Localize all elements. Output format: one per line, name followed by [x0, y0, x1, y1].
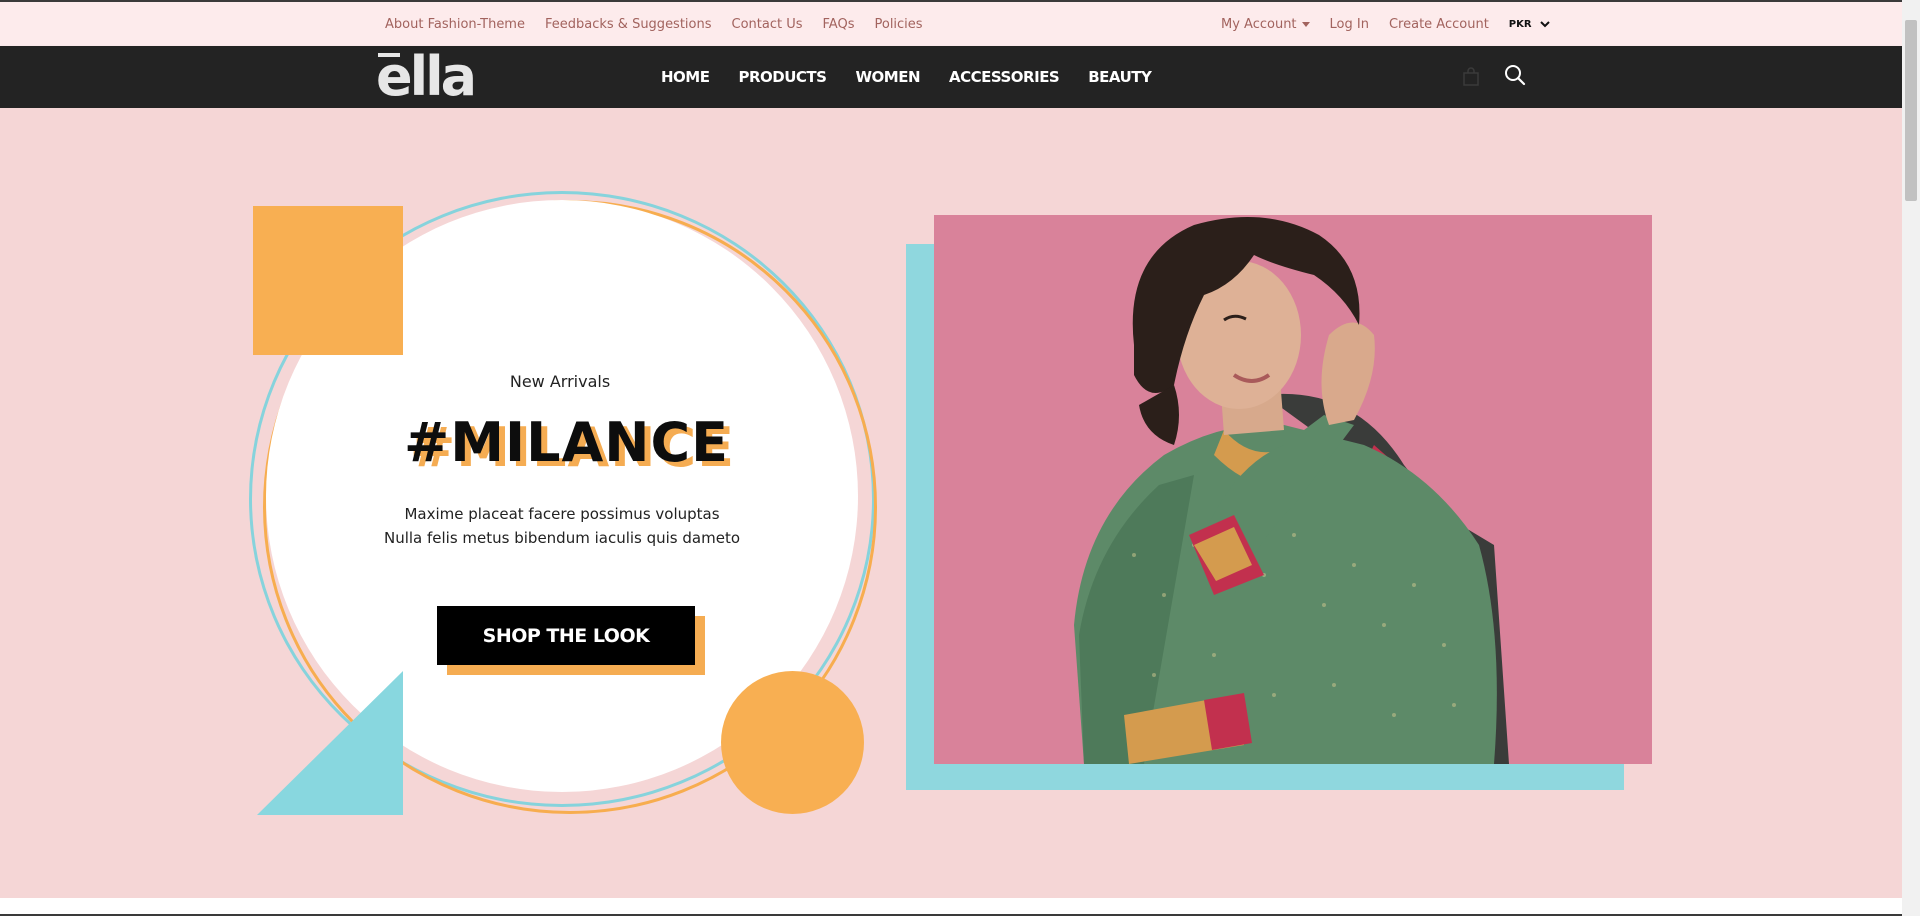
hero-eyebrow: New Arrivals: [509, 372, 611, 391]
nav-home[interactable]: HOME: [661, 68, 710, 86]
my-account-label: My Account: [1221, 16, 1297, 32]
link-contact[interactable]: Contact Us: [732, 17, 803, 32]
hero-description-line: Maxime placeat facere possimus voluptas: [404, 505, 720, 523]
my-account-dropdown[interactable]: My Account: [1221, 17, 1310, 32]
model-illustration: [1074, 217, 1509, 764]
nav-beauty[interactable]: BEAUTY: [1088, 68, 1152, 86]
nav-products[interactable]: PRODUCTS: [738, 68, 826, 86]
create-account-link[interactable]: Create Account: [1389, 17, 1489, 32]
caret-down-icon: [1301, 21, 1310, 27]
decor-square: [253, 206, 403, 355]
hero-description: Maxime placeat facere possimus voluptas …: [370, 502, 754, 550]
nav-accessories[interactable]: ACCESSORIES: [949, 68, 1060, 86]
top-links: About Fashion-Theme Feedbacks & Suggesti…: [385, 2, 943, 46]
link-faqs[interactable]: FAQs: [823, 17, 855, 32]
account-links: My Account Log In Create Account PKR: [1221, 2, 1550, 46]
chevron-down-icon: [1539, 20, 1550, 27]
main-header: ella HOME PRODUCTS WOMEN ACCESSORIES BEA…: [0, 46, 1902, 108]
currency-selector[interactable]: PKR: [1509, 19, 1550, 30]
currency-label: PKR: [1508, 18, 1532, 30]
main-nav: HOME PRODUCTS WOMEN ACCESSORIES BEAUTY: [661, 46, 1180, 108]
hero-title-text: #MILANCE: [404, 411, 729, 474]
link-about[interactable]: About Fashion-Theme: [385, 17, 525, 32]
hero-description-line: Nulla felis metus bibendum iaculis quis …: [383, 529, 741, 547]
decor-triangle: [257, 671, 403, 815]
hero-photo[interactable]: [934, 215, 1652, 764]
decor-dot: [721, 671, 864, 814]
logo[interactable]: ella: [376, 50, 477, 104]
link-policies[interactable]: Policies: [874, 17, 922, 32]
page-bottom-strip: [0, 898, 1902, 916]
scrollbar-thumb[interactable]: [1905, 20, 1917, 201]
top-utility-bar: About Fashion-Theme Feedbacks & Suggesti…: [0, 0, 1902, 46]
cart-icon[interactable]: [1462, 67, 1480, 87]
search-icon[interactable]: [1504, 64, 1526, 86]
shop-the-look-button[interactable]: SHOP THE LOOK: [437, 606, 695, 665]
hero-title: #MILANCE #MILANCE: [404, 408, 734, 479]
link-feedbacks[interactable]: Feedbacks & Suggestions: [545, 17, 712, 32]
login-link[interactable]: Log In: [1330, 17, 1369, 32]
nav-women[interactable]: WOMEN: [855, 68, 920, 86]
